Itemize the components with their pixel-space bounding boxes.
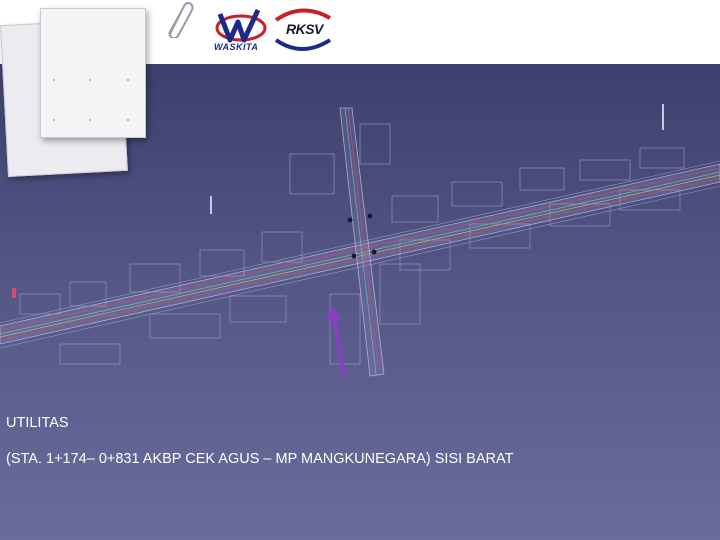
pointer-arrow-icon — [326, 306, 346, 377]
paperclip-icon — [168, 1, 194, 38]
utility-plan-drawing — [0, 104, 720, 377]
rksv-logo-text: RKSV — [286, 21, 323, 37]
slide-caption: UTILITAS (STA. 1+174– 0+831 AKBP CEK AGU… — [6, 396, 513, 486]
waskita-logo-text: WASKITA — [214, 42, 259, 52]
caption-title: UTILITAS — [6, 415, 69, 431]
slide: WASKITA RKSV UTILITAS (STA. 1+174– 0+831… — [0, 0, 720, 540]
caption-subtitle: (STA. 1+174– 0+831 AKBP CEK AGUS – MP MA… — [6, 451, 514, 467]
